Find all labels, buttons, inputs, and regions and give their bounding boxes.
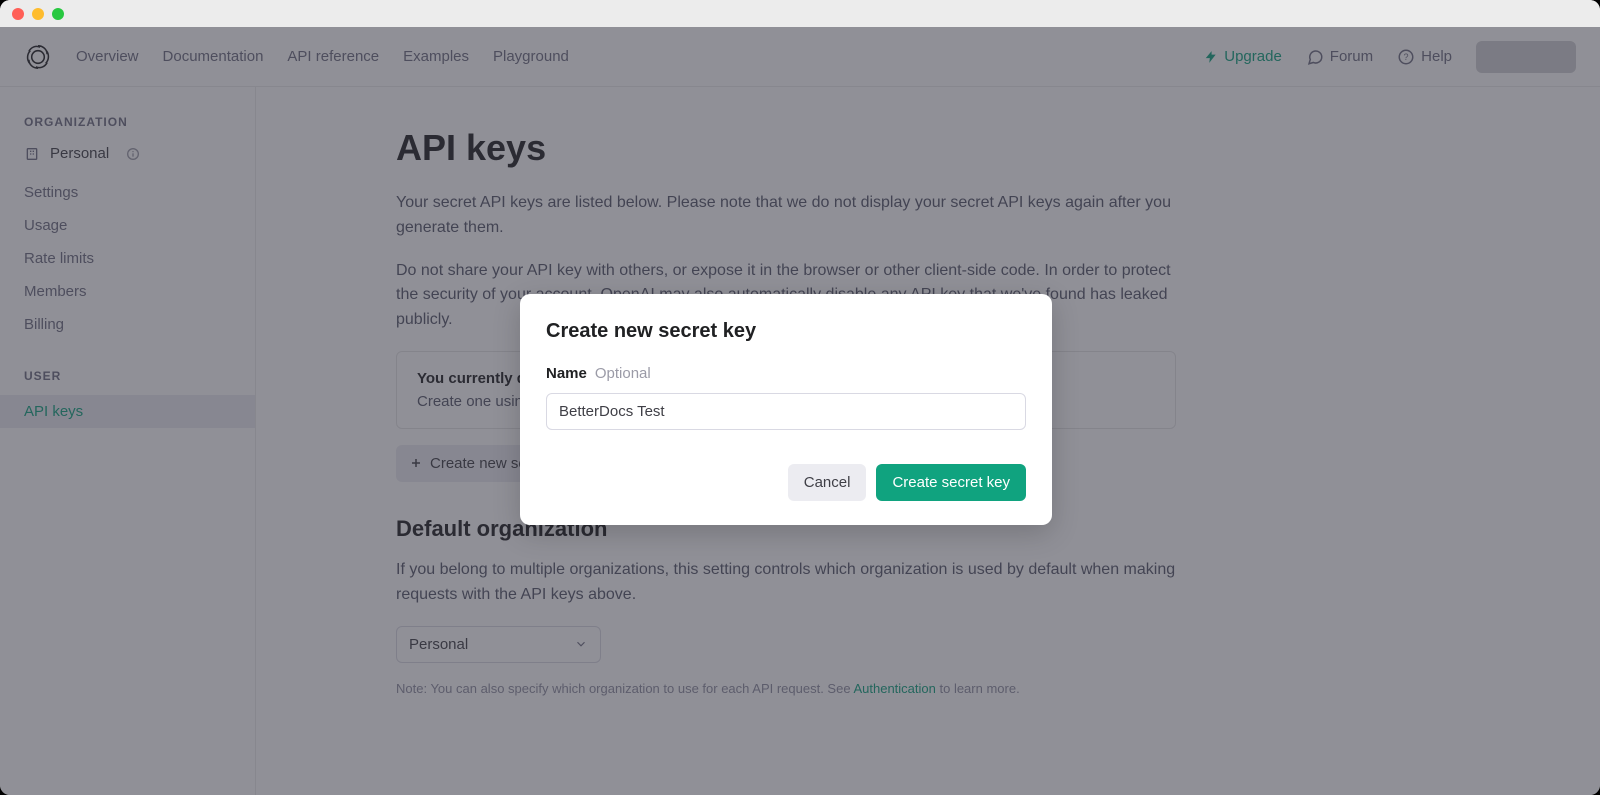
create-key-modal: Create new secret key Name Optional Cance… [520, 294, 1052, 525]
mac-titlebar [0, 0, 1600, 27]
modal-title: Create new secret key [546, 320, 1026, 343]
close-window-icon[interactable] [12, 8, 24, 20]
name-field-label: Name [546, 365, 587, 382]
maximize-window-icon[interactable] [52, 8, 64, 20]
key-name-input[interactable] [546, 393, 1026, 430]
cancel-button[interactable]: Cancel [788, 464, 867, 501]
name-field-optional: Optional [595, 365, 651, 382]
minimize-window-icon[interactable] [32, 8, 44, 20]
create-secret-key-submit-button[interactable]: Create secret key [876, 464, 1026, 501]
